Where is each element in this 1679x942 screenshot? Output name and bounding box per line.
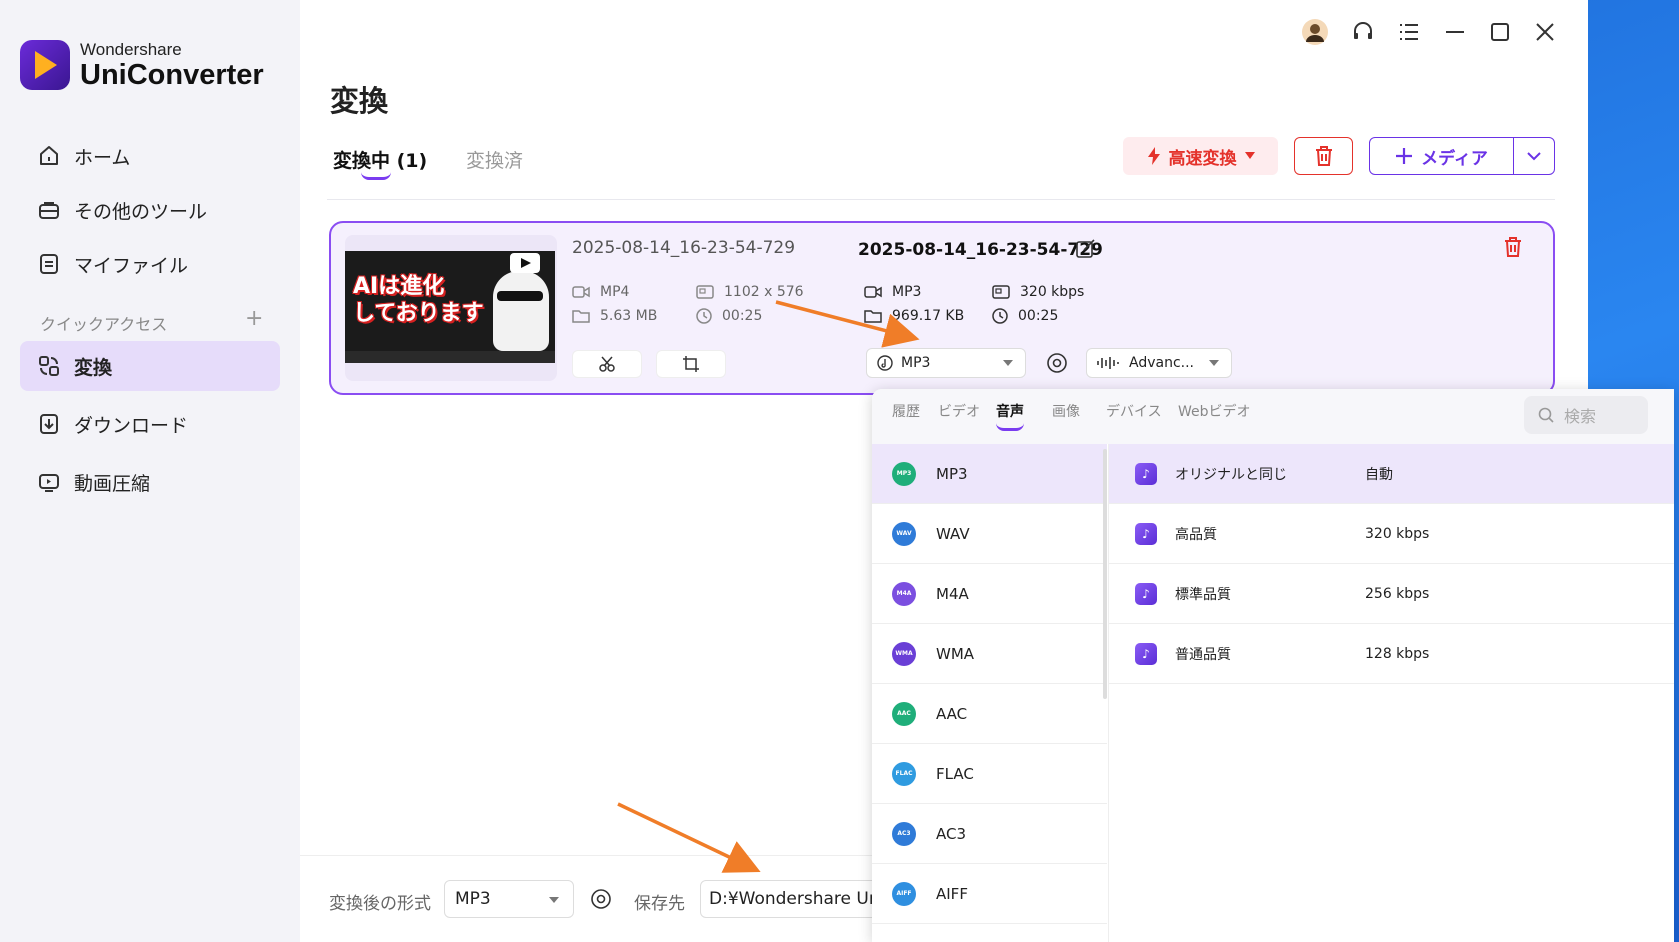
annotation-arrows bbox=[617, 300, 920, 873]
annotation-arrow-save-path bbox=[617, 802, 761, 873]
annotation-arrow-format bbox=[775, 300, 920, 348]
